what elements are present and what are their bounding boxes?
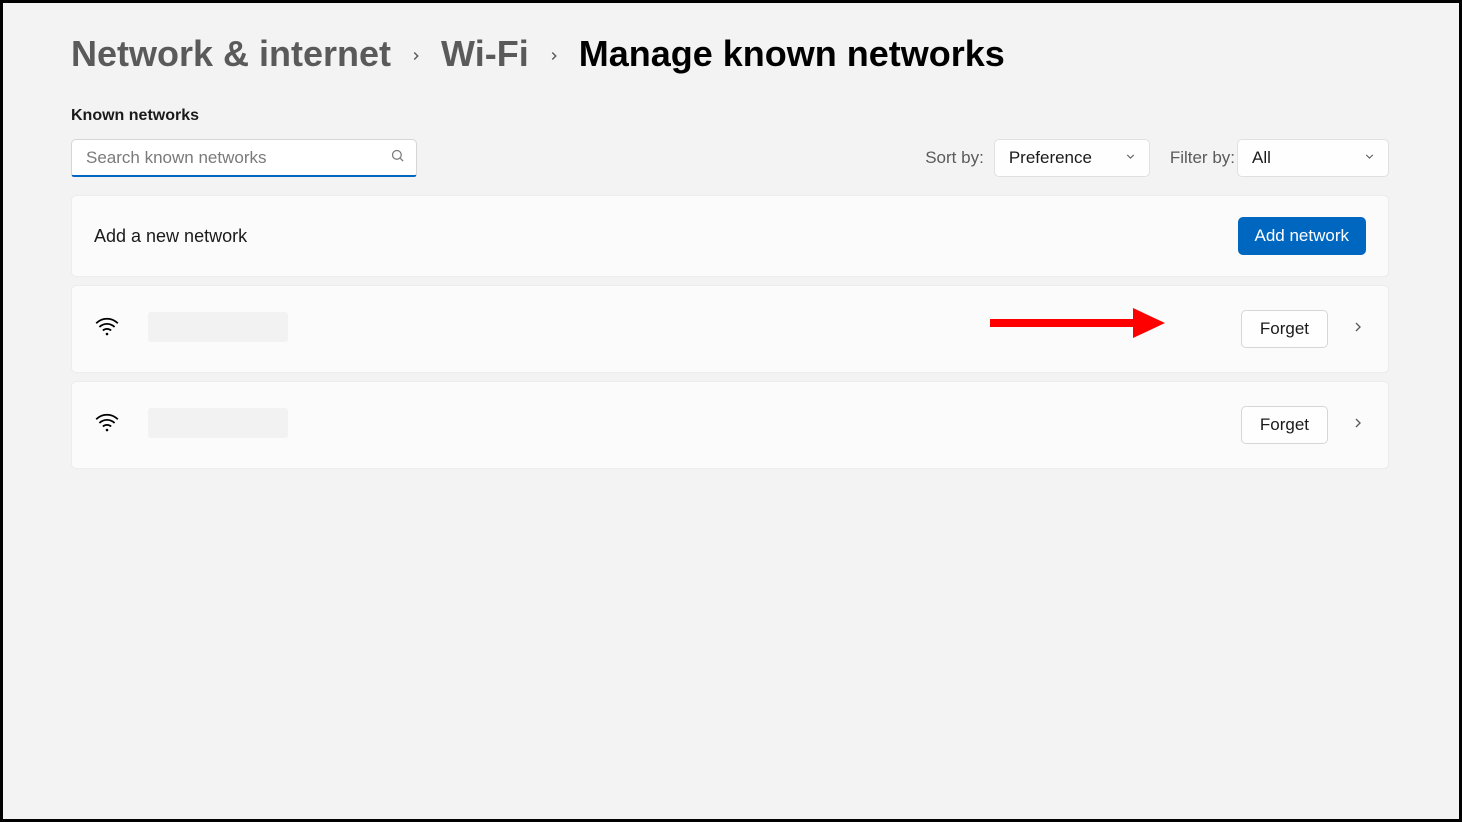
expand-chevron-icon[interactable] (1350, 319, 1366, 340)
breadcrumb: Network & internet Wi-Fi Manage known ne… (71, 33, 1389, 75)
add-network-card: Add a new network Add network (71, 195, 1389, 277)
sort-by-label: Sort by: (925, 148, 984, 168)
search-box (71, 139, 417, 177)
chevron-right-icon (409, 43, 423, 69)
network-row[interactable]: Forget (71, 285, 1389, 373)
network-name (148, 312, 1241, 347)
add-network-button[interactable]: Add network (1238, 217, 1367, 255)
search-input[interactable] (71, 139, 417, 177)
chevron-right-icon (547, 43, 561, 69)
filter-by-label: Filter by: (1170, 148, 1235, 168)
network-row[interactable]: Forget (71, 381, 1389, 469)
wifi-icon (94, 410, 120, 441)
section-label-known-networks: Known networks (71, 107, 1389, 125)
chevron-down-icon (1124, 148, 1137, 168)
chevron-down-icon (1363, 148, 1376, 168)
expand-chevron-icon[interactable] (1350, 415, 1366, 436)
network-name (148, 408, 1241, 443)
sort-by-dropdown[interactable]: Preference (994, 139, 1150, 177)
filter-by-dropdown[interactable]: All (1237, 139, 1389, 177)
breadcrumb-current: Manage known networks (579, 33, 1005, 75)
forget-button[interactable]: Forget (1241, 406, 1328, 444)
wifi-icon (94, 314, 120, 345)
add-network-title: Add a new network (94, 226, 1238, 247)
breadcrumb-network-internet[interactable]: Network & internet (71, 33, 391, 75)
controls-row: Sort by: Preference Filter by: All (71, 139, 1389, 177)
search-icon (390, 148, 405, 168)
sort-by-value: Preference (1009, 148, 1092, 168)
breadcrumb-wifi[interactable]: Wi-Fi (441, 33, 529, 75)
filter-by-value: All (1252, 148, 1271, 168)
forget-button[interactable]: Forget (1241, 310, 1328, 348)
